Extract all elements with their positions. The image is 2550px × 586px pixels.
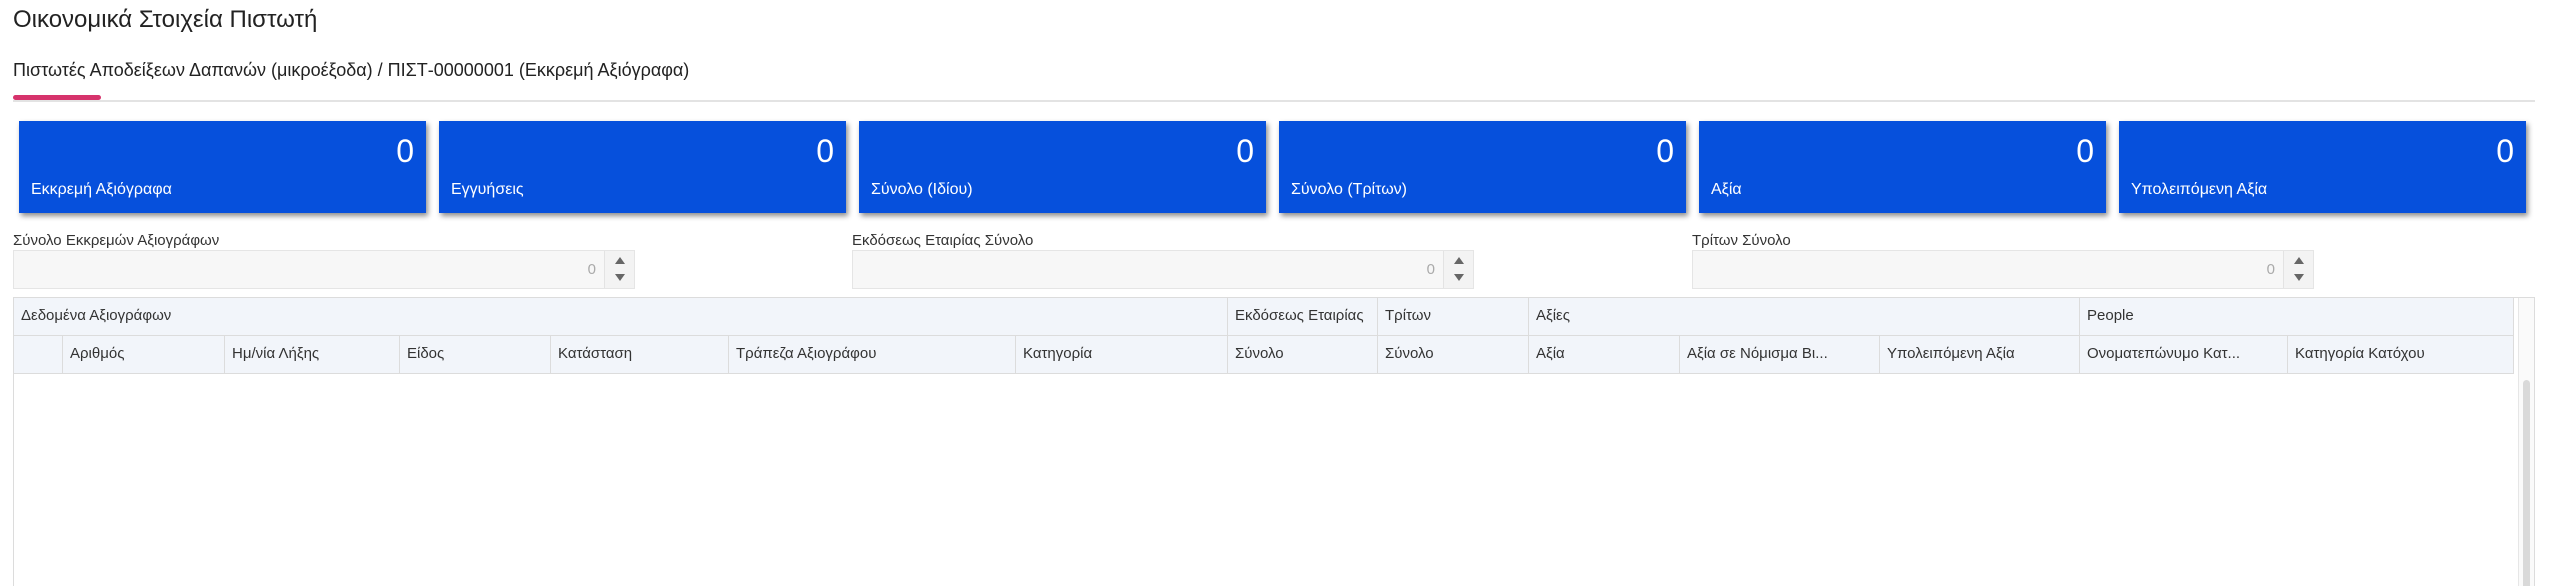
- kpi-tile-guarantees[interactable]: 0 Εγγυήσεις: [439, 121, 846, 213]
- pending-total-input[interactable]: 0: [13, 250, 635, 289]
- field-label-pending-total: Σύνολο Εκκρεμών Αξιογράφων: [13, 232, 220, 249]
- tab-pending-securities[interactable]: Πιστωτές Αποδείξεων Δαπανών (μικροέξοδα)…: [13, 60, 689, 81]
- spin-up-icon[interactable]: [615, 257, 625, 264]
- kpi-tile-total-third-party[interactable]: 0 Σύνολο (Τρίτων): [1279, 121, 1686, 213]
- third-party-total-input[interactable]: 0: [1692, 250, 2314, 289]
- kpi-tile-value[interactable]: 0 Αξία: [1699, 121, 2106, 213]
- company-issued-total-input[interactable]: 0: [852, 250, 1474, 289]
- column-header-bank[interactable]: Τράπεζα Αξιογράφου: [729, 336, 1016, 373]
- column-header-row: Αριθμός Ημ/νία Λήξης Είδος Κατάσταση Τρά…: [14, 336, 2514, 374]
- kpi-value: 0: [2076, 133, 2094, 169]
- number-spinner[interactable]: [604, 251, 634, 288]
- vertical-scrollbar[interactable]: [2518, 298, 2534, 586]
- spin-down-icon[interactable]: [1454, 274, 1464, 281]
- scrollbar-thumb[interactable]: [2523, 380, 2530, 586]
- column-header-value-in-currency[interactable]: Αξία σε Νόμισμα Βι...: [1680, 336, 1880, 373]
- column-header-select[interactable]: [14, 336, 63, 373]
- column-header-holder-category[interactable]: Κατηγορία Κατόχου: [2288, 336, 2514, 373]
- securities-grid: Δεδομένα Αξιογράφων Εκδόσεως Εταιρίας Τρ…: [13, 297, 2535, 586]
- kpi-value: 0: [396, 133, 414, 169]
- spin-up-icon[interactable]: [1454, 257, 1464, 264]
- column-header-type[interactable]: Είδος: [400, 336, 551, 373]
- column-header-remaining-value[interactable]: Υπολειπόμενη Αξία: [1880, 336, 2080, 373]
- kpi-value: 0: [816, 133, 834, 169]
- active-tab-indicator: [13, 95, 101, 100]
- field-label-third-party-total: Τρίτων Σύνολο: [1692, 232, 1791, 249]
- kpi-label: Εκκρεμή Αξιόγραφα: [31, 181, 172, 198]
- group-header-people[interactable]: People: [2080, 298, 2514, 335]
- column-header-value[interactable]: Αξία: [1529, 336, 1680, 373]
- spin-up-icon[interactable]: [2294, 257, 2304, 264]
- column-header-due-date[interactable]: Ημ/νία Λήξης: [225, 336, 400, 373]
- spin-down-icon[interactable]: [615, 274, 625, 281]
- kpi-value: 0: [1656, 133, 1674, 169]
- page-title: Οικονομικά Στοιχεία Πιστωτή: [13, 6, 318, 33]
- kpi-tile-pending-securities[interactable]: 0 Εκκρεμή Αξιόγραφα: [19, 121, 426, 213]
- column-header-number[interactable]: Αριθμός: [63, 336, 225, 373]
- field-label-company-issued-total: Εκδόσεως Εταιρίας Σύνολο: [852, 232, 1034, 249]
- kpi-label: Αξία: [1711, 181, 1742, 198]
- group-header-securities-data[interactable]: Δεδομένα Αξιογράφων: [14, 298, 1228, 335]
- kpi-value: 0: [2496, 133, 2514, 169]
- input-value: 0: [1426, 261, 1435, 278]
- kpi-tile-remaining-value[interactable]: 0 Υπολειπόμενη Αξία: [2119, 121, 2526, 213]
- kpi-tile-total-own[interactable]: 0 Σύνολο (Ιδίου): [859, 121, 1266, 213]
- kpi-label: Σύνολο (Τρίτων): [1291, 181, 1408, 198]
- input-value: 0: [587, 261, 596, 278]
- column-header-third-party-total[interactable]: Σύνολο: [1378, 336, 1529, 373]
- spin-down-icon[interactable]: [2294, 274, 2304, 281]
- column-header-holder-name[interactable]: Ονοματεπώνυμο Κατ...: [2080, 336, 2288, 373]
- number-spinner[interactable]: [2283, 251, 2313, 288]
- group-header-values[interactable]: Αξίες: [1529, 298, 2080, 335]
- input-value: 0: [2266, 261, 2275, 278]
- column-header-company-total[interactable]: Σύνολο: [1228, 336, 1378, 373]
- group-header-third-party[interactable]: Τρίτων: [1378, 298, 1529, 335]
- number-spinner[interactable]: [1443, 251, 1473, 288]
- column-header-category[interactable]: Κατηγορία: [1016, 336, 1228, 373]
- kpi-label: Εγγυήσεις: [451, 181, 524, 198]
- column-header-status[interactable]: Κατάσταση: [551, 336, 729, 373]
- group-header-row: Δεδομένα Αξιογράφων Εκδόσεως Εταιρίας Τρ…: [14, 298, 2514, 336]
- group-header-company-issued[interactable]: Εκδόσεως Εταιρίας: [1228, 298, 1378, 335]
- kpi-label: Υπολειπόμενη Αξία: [2131, 181, 2268, 198]
- kpi-value: 0: [1236, 133, 1254, 169]
- kpi-label: Σύνολο (Ιδίου): [871, 181, 973, 198]
- tab-bar: Πιστωτές Αποδείξεων Δαπανών (μικροέξοδα)…: [13, 60, 2535, 102]
